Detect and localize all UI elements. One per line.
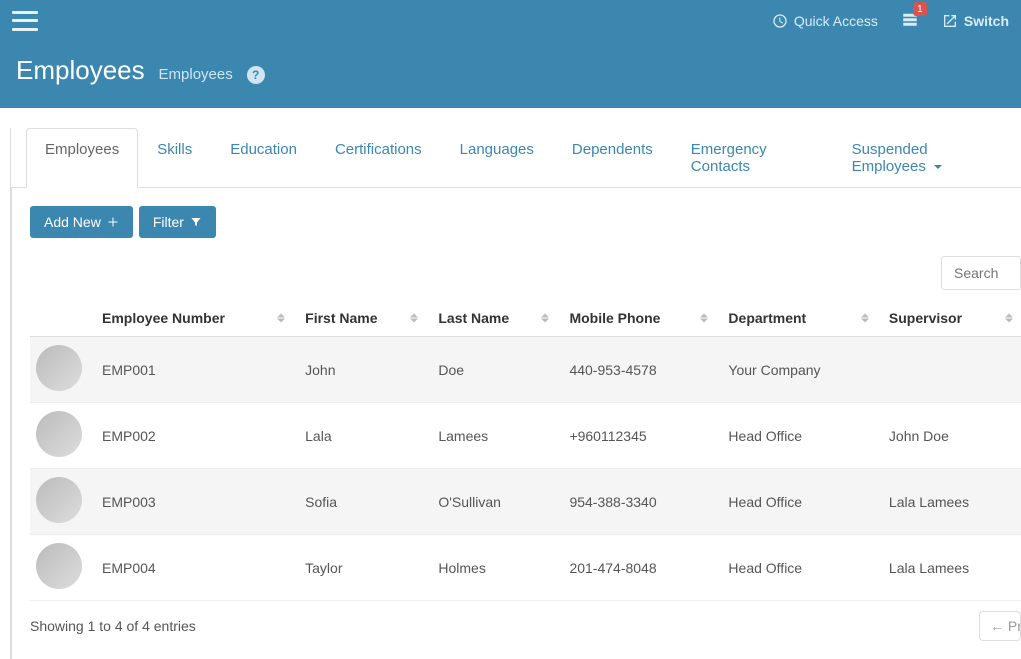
external-link-icon [942,13,958,29]
cell-dept: Head Office [716,403,877,469]
col-mobile-phone[interactable]: Mobile Phone [557,300,716,337]
add-new-label: Add New [44,214,101,230]
tab-skills[interactable]: Skills [138,128,211,188]
notification-badge: 1 [913,2,927,16]
tab-languages[interactable]: Languages [441,128,553,188]
cell-supv: John Doe [877,403,1021,469]
avatar [36,543,82,589]
tabs-nav: Employees Skills Education Certification… [11,128,1021,188]
table-row[interactable]: EMP004TaylorHolmes201-474-8048Head Offic… [30,535,1021,601]
cell-supv: Lala Lamees [877,535,1021,601]
col-employee-number[interactable]: Employee Number [90,300,293,337]
avatar [36,345,82,391]
tab-suspended-employees[interactable]: Suspended Employees [833,128,1021,188]
sort-icon [700,314,708,323]
avatar [36,477,82,523]
cell-emp_no: EMP001 [90,337,293,403]
col-department[interactable]: Department [716,300,877,337]
sort-icon [1005,314,1013,323]
cell-supv: Lala Lamees [877,469,1021,535]
sort-icon [861,314,869,323]
col-first-name[interactable]: First Name [293,300,426,337]
help-icon[interactable]: ? [247,66,265,84]
sort-icon [541,314,549,323]
add-new-button[interactable]: Add New [30,206,133,238]
avatar-cell [30,469,90,535]
quick-access-link[interactable]: Quick Access [772,13,878,29]
tab-content: Add New Filter Employee NumberFirst Name… [11,188,1021,659]
action-button-row: Add New Filter [30,206,1021,238]
tab-certifications[interactable]: Certifications [316,128,441,188]
filter-label: Filter [153,214,184,230]
cell-dept: Head Office [716,535,877,601]
page-title: Employees [16,55,145,86]
cell-supv [877,337,1021,403]
avatar-cell [30,403,90,469]
cell-first: Taylor [293,535,426,601]
filter-icon [190,216,202,228]
cell-last: Doe [426,337,557,403]
cell-mobile: 201-474-8048 [557,535,716,601]
avatar-column-header [30,300,90,337]
sort-icon [277,314,285,323]
plus-icon [107,216,119,228]
search-row [30,256,1021,290]
table-footer: Showing 1 to 4 of 4 entries ← Previous [30,611,1021,641]
topbar-right: Quick Access 1 Switch [772,10,1009,31]
cell-dept: Head Office [716,469,877,535]
table-row[interactable]: EMP003SofiaO'Sullivan954-388-3340Head Of… [30,469,1021,535]
switch-label: Switch [964,13,1009,29]
cell-last: O'Sullivan [426,469,557,535]
switch-link[interactable]: Switch [942,13,1009,29]
cell-mobile: 954-388-3340 [557,469,716,535]
sort-icon [410,314,418,323]
table-row[interactable]: EMP002LalaLamees+960112345Head OfficeJoh… [30,403,1021,469]
tab-employees[interactable]: Employees [26,128,138,188]
quick-access-label: Quick Access [794,13,878,29]
cell-emp_no: EMP003 [90,469,293,535]
avatar-cell [30,337,90,403]
cell-emp_no: EMP004 [90,535,293,601]
tab-dependents[interactable]: Dependents [553,128,672,188]
cell-emp_no: EMP002 [90,403,293,469]
cell-first: John [293,337,426,403]
employees-table: Employee NumberFirst NameLast NameMobile… [30,300,1021,601]
filter-button[interactable]: Filter [139,206,216,238]
table-row[interactable]: EMP001JohnDoe440-953-4578Your Company [30,337,1021,403]
cell-first: Sofia [293,469,426,535]
previous-page-button[interactable]: ← Previous [979,611,1021,641]
avatar-cell [30,535,90,601]
cell-dept: Your Company [716,337,877,403]
col-supervisor[interactable]: Supervisor [877,300,1021,337]
page-header: Employees Employees ? [0,41,1021,108]
tab-education[interactable]: Education [211,128,316,188]
cell-last: Holmes [426,535,557,601]
clock-icon [772,13,788,29]
cell-last: Lamees [426,403,557,469]
cell-mobile: 440-953-4578 [557,337,716,403]
cell-mobile: +960112345 [557,403,716,469]
search-input[interactable] [941,256,1021,290]
breadcrumb: Employees [159,66,233,83]
tab-emergency-contacts[interactable]: Emergency Contacts [672,128,833,188]
top-navbar: Quick Access 1 Switch [0,0,1021,41]
col-last-name[interactable]: Last Name [426,300,557,337]
notifications-button[interactable]: 1 [900,10,920,31]
entries-info: Showing 1 to 4 of 4 entries [30,618,196,634]
chevron-down-icon [934,165,942,169]
avatar [36,411,82,457]
cell-first: Lala [293,403,426,469]
menu-toggle-button[interactable] [12,11,38,31]
